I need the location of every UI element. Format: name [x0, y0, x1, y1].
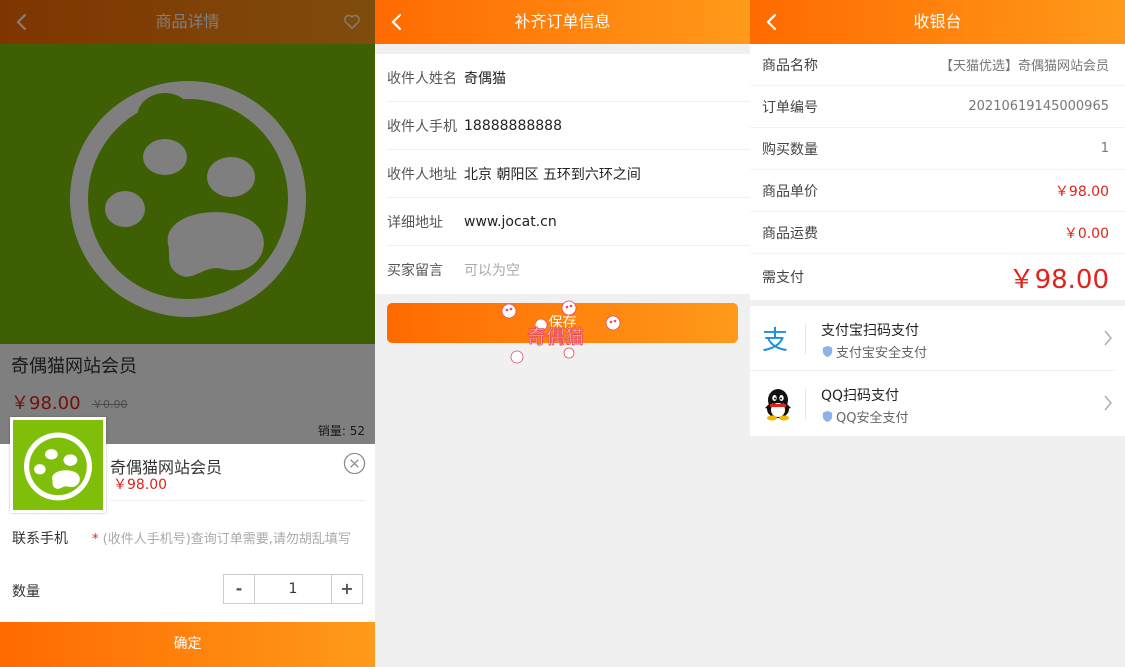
- payment-title: QQ扫码支付: [821, 388, 900, 404]
- summary-value: 20210619145000965: [968, 99, 1109, 114]
- summary-label: 订单编号: [762, 99, 818, 116]
- form-row-address[interactable]: 收件人地址 北京 朝阳区 五环到六环之间: [387, 150, 750, 198]
- qq-icon: [765, 389, 791, 421]
- header: 收银台: [750, 0, 1125, 44]
- summary-value: 【天猫优选】奇偶猫网站会员: [939, 59, 1109, 74]
- checkout-screen: 收银台 商品名称 【天猫优选】奇偶猫网站会员 订单编号 202106191450…: [750, 0, 1125, 667]
- payment-methods: 支 支付宝扫码支付 支付宝安全支付 QQ扫码支付 QQ安全支付: [750, 306, 1125, 436]
- back-icon[interactable]: [387, 12, 407, 32]
- chevron-right-icon: [1104, 330, 1112, 346]
- payment-option-alipay[interactable]: 支 支付宝扫码支付 支付宝安全支付: [750, 306, 1115, 371]
- alipay-icon: 支: [762, 326, 788, 356]
- summary-row-quantity: 购买数量 1: [750, 128, 1125, 170]
- quantity-stepper: - 1 +: [223, 574, 363, 604]
- quantity-minus-button[interactable]: -: [224, 575, 254, 603]
- summary-row-unit-price: 商品单价 ￥98.00: [750, 170, 1125, 212]
- address-picker[interactable]: 北京 朝阳区 五环到六环之间: [464, 164, 641, 184]
- required-mark: *: [92, 532, 99, 547]
- summary-row-total: 需支付 ￥98.00: [750, 254, 1125, 300]
- phone-input[interactable]: * (收件人手机号)查询订单需要,请勿胡乱填写: [92, 528, 367, 547]
- order-summary: 商品名称 【天猫优选】奇偶猫网站会员 订单编号 2021061914500096…: [750, 44, 1125, 300]
- field-label: 详细地址: [387, 214, 443, 231]
- field-label: 收件人姓名: [387, 70, 457, 87]
- summary-row-product: 商品名称 【天猫优选】奇偶猫网站会员: [750, 44, 1125, 86]
- page-title: 补齐订单信息: [514, 12, 611, 31]
- svg-text:支: 支: [762, 326, 788, 356]
- product-detail-screen: 商品详情 奇偶猫网站会员 ￥98.00 ￥0.00 销量: 52: [0, 0, 375, 667]
- phone-placeholder: (收件人手机号)查询订单需要,请勿胡乱填写: [102, 532, 351, 547]
- divider: [805, 389, 806, 419]
- modal-overlay[interactable]: [0, 0, 375, 444]
- name-field[interactable]: 奇偶猫: [464, 68, 506, 88]
- payment-option-qq[interactable]: QQ扫码支付 QQ安全支付: [750, 371, 1115, 436]
- save-button[interactable]: 保存: [387, 303, 738, 343]
- order-info-screen: 补齐订单信息 收件人姓名 奇偶猫 收件人手机 18888888888 收件人地址…: [375, 0, 750, 667]
- field-label: 收件人地址: [387, 166, 457, 183]
- sheet-thumbnail: [10, 417, 106, 513]
- form-row-message[interactable]: 买家留言 可以为空: [387, 246, 750, 294]
- header: 补齐订单信息: [375, 0, 750, 44]
- summary-label: 商品运费: [762, 225, 818, 242]
- summary-value: ￥98.00: [1054, 183, 1109, 200]
- summary-row-order-id: 订单编号 20210619145000965: [750, 86, 1125, 128]
- summary-value: ￥0.00: [1063, 225, 1109, 242]
- screens: 商品详情 奇偶猫网站会员 ￥98.00 ￥0.00 销量: 52: [0, 0, 1125, 667]
- summary-value: 1: [1100, 141, 1109, 156]
- sheet-product-price: ￥98.00: [113, 477, 168, 493]
- back-icon[interactable]: [762, 12, 782, 32]
- phone-field[interactable]: 18888888888: [464, 118, 562, 134]
- payment-subtitle-text: QQ安全支付: [836, 411, 909, 426]
- order-form: 收件人姓名 奇偶猫 收件人手机 18888888888 收件人地址 北京 朝阳区…: [375, 54, 750, 294]
- message-field[interactable]: 可以为空: [464, 260, 520, 280]
- quantity-plus-button[interactable]: +: [332, 575, 362, 603]
- form-row-name[interactable]: 收件人姓名 奇偶猫: [387, 54, 750, 102]
- summary-label: 商品单价: [762, 183, 818, 200]
- chevron-right-icon: [1104, 395, 1112, 411]
- payment-subtitle: 支付宝安全支付: [821, 342, 927, 361]
- shield-icon: [822, 410, 833, 423]
- summary-row-shipping: 商品运费 ￥0.00: [750, 212, 1125, 254]
- payment-subtitle: QQ安全支付: [821, 407, 908, 426]
- form-row-detail-address[interactable]: 详细地址 www.jocat.cn: [387, 198, 750, 246]
- summary-label: 需支付: [762, 270, 804, 286]
- quantity-label: 数量: [12, 584, 40, 600]
- divider: [110, 500, 365, 501]
- form-row-phone[interactable]: 收件人手机 18888888888: [387, 102, 750, 150]
- field-label: 收件人手机: [387, 118, 457, 135]
- payment-subtitle-text: 支付宝安全支付: [836, 346, 928, 361]
- phone-label: 联系手机: [12, 531, 68, 547]
- field-label: 买家留言: [387, 263, 443, 279]
- summary-label: 商品名称: [762, 57, 818, 74]
- summary-label: 购买数量: [762, 141, 818, 158]
- paw-logo-icon: [24, 432, 92, 501]
- total-amount: ￥98.00: [1008, 264, 1109, 295]
- detail-address-field[interactable]: www.jocat.cn: [464, 214, 557, 230]
- payment-title: 支付宝扫码支付: [821, 323, 919, 339]
- page-title: 收银台: [913, 12, 962, 31]
- close-icon[interactable]: [343, 452, 366, 475]
- quantity-input[interactable]: 1: [254, 575, 332, 603]
- divider: [805, 324, 806, 354]
- shield-icon: [822, 345, 833, 358]
- confirm-button[interactable]: 确定: [0, 622, 375, 667]
